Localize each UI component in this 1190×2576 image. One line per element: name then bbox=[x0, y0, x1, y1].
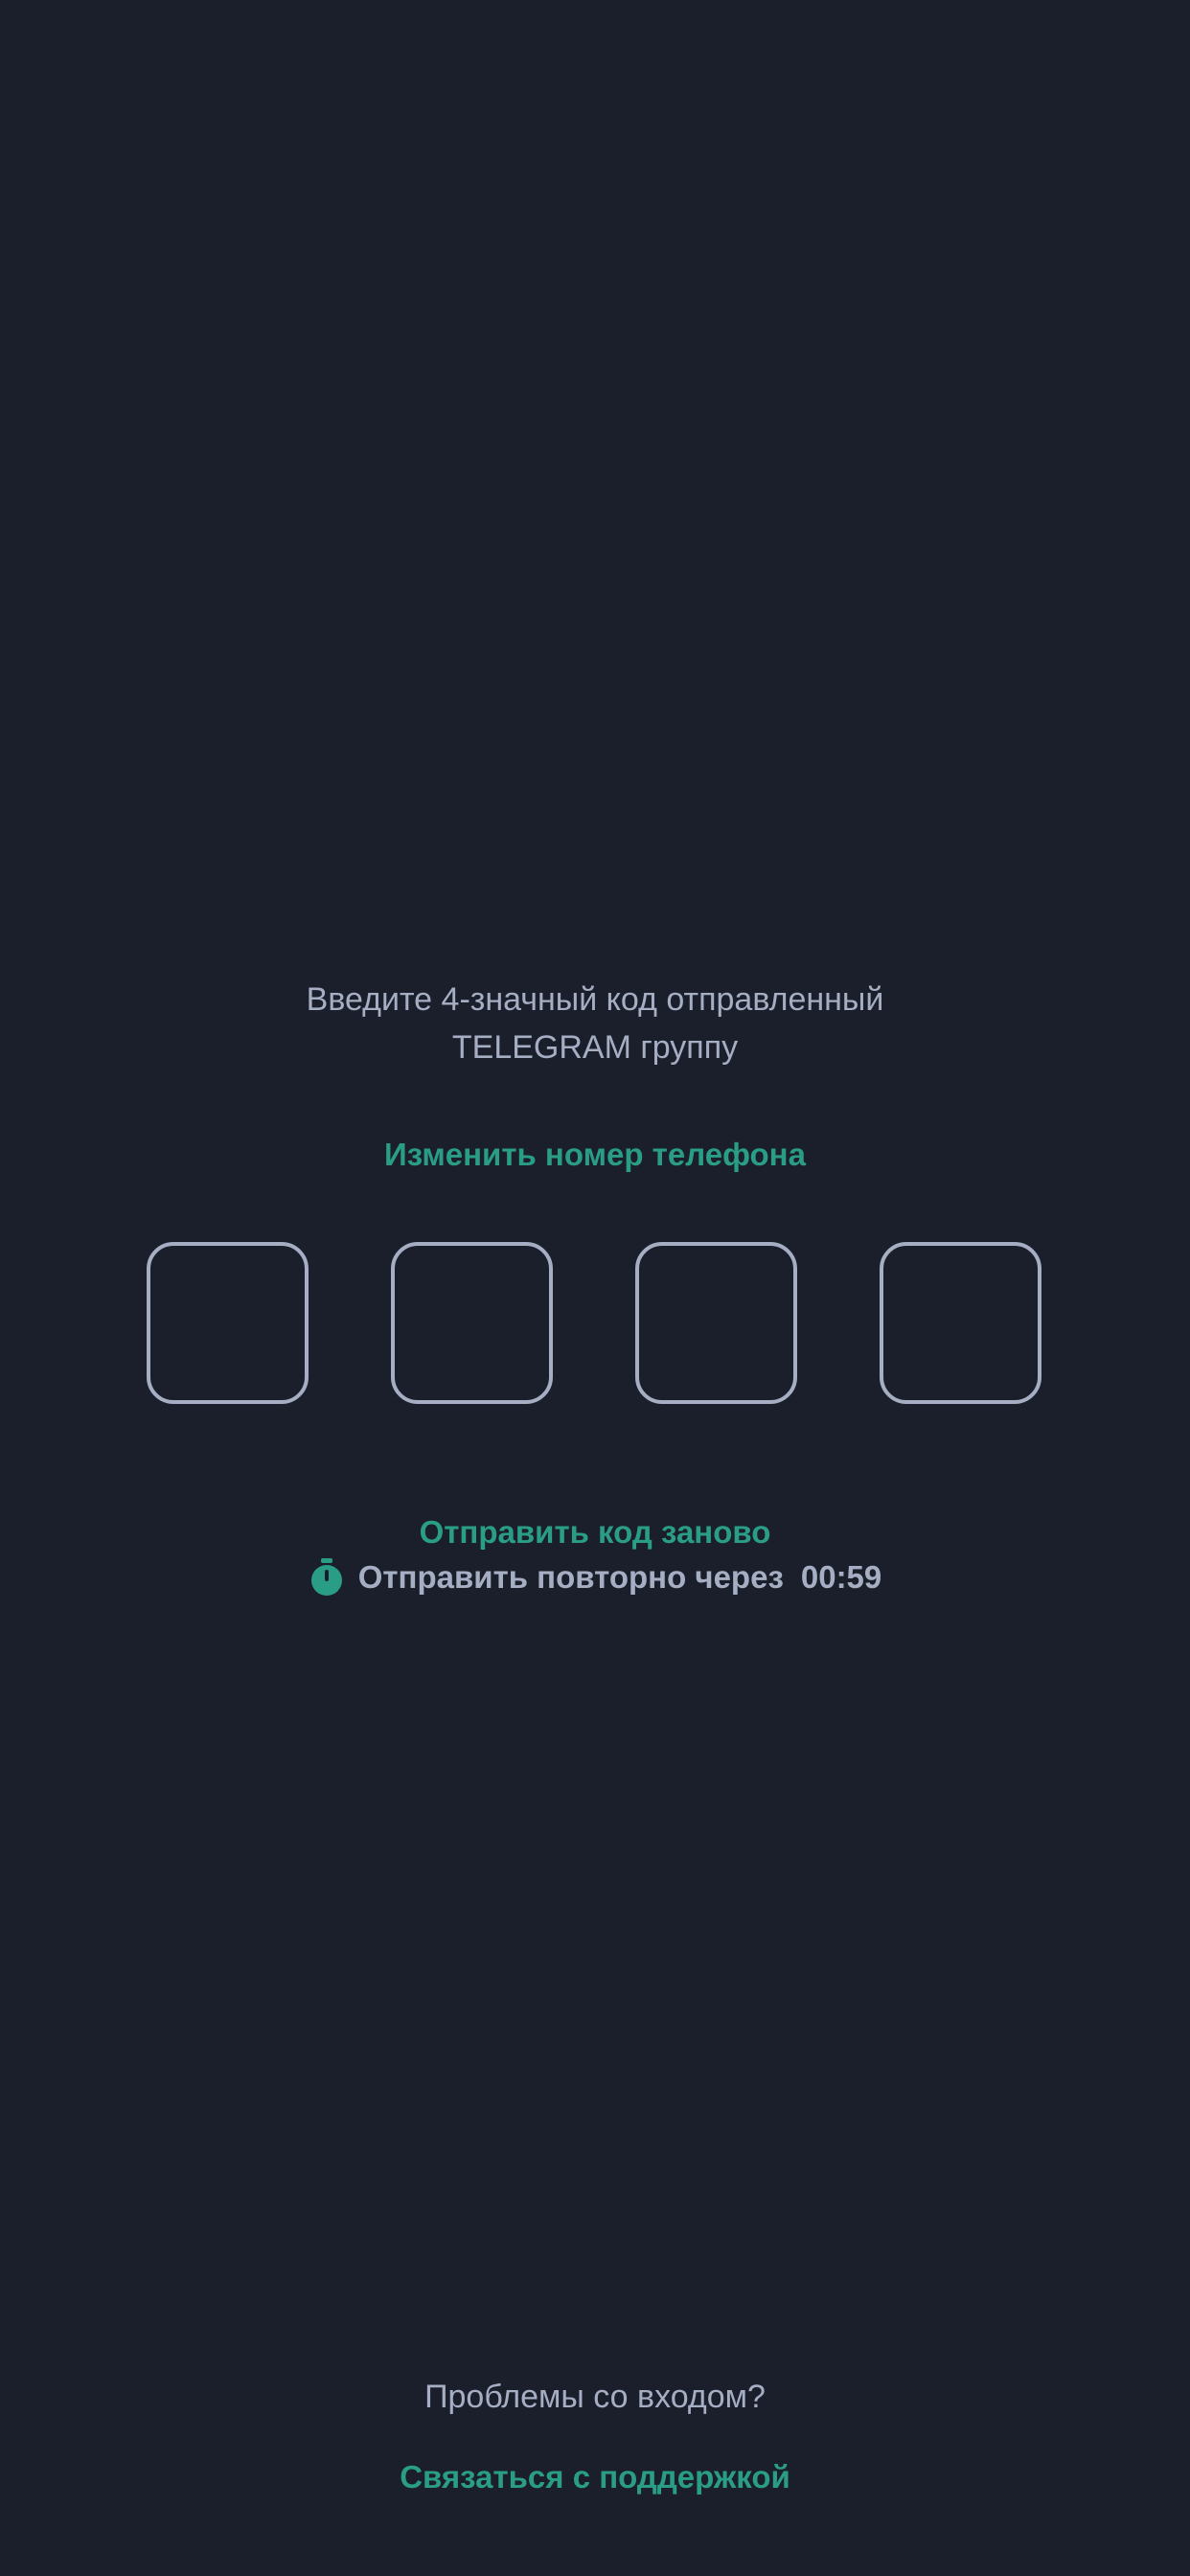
code-digit-3[interactable] bbox=[635, 1242, 797, 1404]
timer-value: 00:59 bbox=[800, 1559, 882, 1595]
instruction-line-1: Введите 4-значный код отправленный bbox=[306, 981, 884, 1018]
instruction-line-2: TELEGRAM группу bbox=[451, 1029, 739, 1066]
code-digit-4[interactable] bbox=[880, 1242, 1041, 1404]
resend-timer: Отправить повторно через 00:59 bbox=[0, 1554, 1190, 1600]
code-input-row bbox=[147, 1242, 1043, 1404]
timer-label: Отправить повторно через bbox=[357, 1559, 784, 1595]
code-digit-1[interactable] bbox=[147, 1242, 309, 1404]
instruction-text: Введите 4-значный код отправленный TELEG… bbox=[0, 976, 1190, 1071]
stopwatch-icon bbox=[309, 1557, 345, 1598]
login-problems-text: Проблемы со входом? bbox=[424, 2379, 766, 2415]
code-digit-2[interactable] bbox=[391, 1242, 553, 1404]
resend-code-link[interactable]: Отправить код заново bbox=[0, 1514, 1190, 1551]
change-phone-link[interactable]: Изменить номер телефона bbox=[0, 1137, 1190, 1173]
contact-support-link[interactable]: Связаться с поддержкой bbox=[0, 2459, 1190, 2496]
